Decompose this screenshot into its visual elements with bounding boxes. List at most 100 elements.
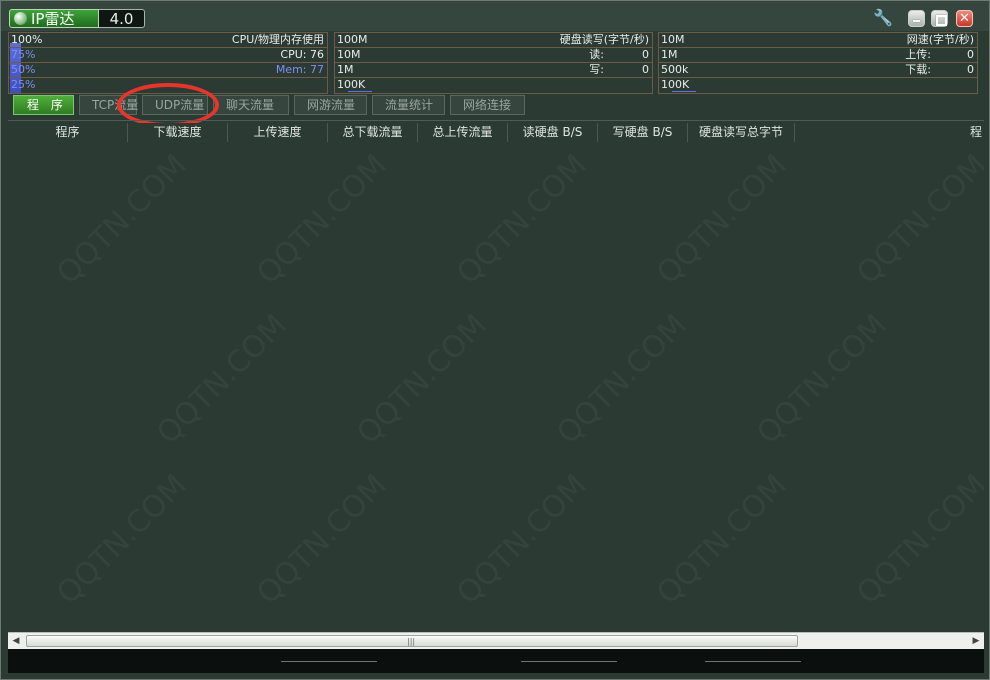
watermark: QQTN.COM [350,308,494,452]
disk-row-4: 100K [335,78,652,93]
column-header-upload-speed[interactable]: 上传速度 [228,123,328,142]
column-header-disk-read[interactable]: 读硬盘 B/S [508,123,598,142]
watermark: QQTN.COM [150,308,294,452]
net-graph-line [672,91,696,92]
divider [8,120,984,121]
process-table-header: 程序 下载速度 上传速度 总下载流量 总上传流量 读硬盘 B/S 写硬盘 B/S… [8,123,984,142]
net-scale-3: 500k [661,63,689,76]
mem-value-readout: Mem: 77 [276,63,324,77]
disk-write-value: 0 [642,63,649,76]
column-header-disk-write[interactable]: 写硬盘 B/S [598,123,688,142]
disk-scale-1: 100M [337,33,368,46]
watermark: QQTN.COM [250,468,394,612]
watermark: QQTN.COM [650,468,794,612]
tab-traffic-stats[interactable]: 流量统计 [372,95,445,115]
net-upload-label: 上传: [905,48,931,61]
radar-icon [14,12,27,25]
app-logo: IP雷达 4.0 [9,9,145,28]
tab-chat-traffic[interactable]: 聊天流量 [213,95,289,115]
disk-io-panel: 100M 硬盘读写(字节/秒) 10M 读: 0 1M 写: 0 100K [334,32,653,94]
cpu-row-3: 50% Mem: 77 [9,63,327,78]
scroll-left-icon[interactable]: ◀ [8,633,24,649]
maximize-button[interactable] [931,10,948,27]
watermark: QQTN.COM [50,148,194,292]
minimize-button[interactable] [908,10,925,27]
watermark: QQTN.COM [650,148,794,292]
cpu-value: 76 [310,48,324,61]
cpu-panel-title: CPU/物理内存使用 [231,33,324,46]
net-row-3: 500k 下载: 0 [659,63,977,78]
tab-network-connections[interactable]: 网络连接 [450,95,525,115]
column-header-program[interactable]: 程序 [8,123,128,142]
net-download-label: 下载: [905,63,931,76]
watermark: QQTN.COM [450,148,594,292]
net-row-4: 100K [659,78,977,93]
process-list[interactable]: QQTN.COM QQTN.COM QQTN.COM QQTN.COM QQTN… [8,142,984,632]
disk-scale-3: 1M [337,63,354,76]
close-icon: ✕ [959,11,970,26]
disk-scale-4: 100K [337,78,366,91]
watermark: QQTN.COM [250,148,394,292]
disk-read-value: 0 [642,48,649,61]
disk-graph-line [348,91,372,92]
grip-icon: ||| [407,637,416,646]
view-tabs: 程 序 TCP流量 UDP流量 聊天流量 网游流量 流量统计 网络连接 [13,95,525,115]
close-button[interactable]: ✕ [956,10,973,27]
tab-programs[interactable]: 程 序 [13,95,74,115]
app-logo-badge: IP雷达 [9,9,99,28]
net-download-value: 0 [967,63,974,76]
net-row-2: 1M 上传: 0 [659,48,977,63]
net-scale-2: 1M [661,48,678,61]
watermark: QQTN.COM [450,468,594,612]
cpu-memory-panel: 100% CPU/物理内存使用 75% CPU: 76 50% Mem: 77 … [8,32,328,94]
disk-row-3: 1M 写: 0 [335,63,652,78]
tab-udp-traffic[interactable]: UDP流量 [142,95,208,115]
net-scale-4: 100K [661,78,690,91]
status-divider [705,661,801,662]
watermark: QQTN.COM [850,148,984,292]
disk-read-label: 读: [589,48,604,61]
app-title: IP雷达 [31,10,75,28]
cpu-row-1: 100% CPU/物理内存使用 [9,33,327,48]
cpu-label: CPU: [280,48,307,61]
net-upload-value: 0 [967,48,974,61]
watermark: QQTN.COM [550,308,694,452]
mem-label: Mem: [275,63,307,76]
disk-write-label: 写: [589,63,604,76]
cpu-scale-75: 75% [11,48,36,61]
horizontal-scrollbar[interactable]: ◀ ||| ▶ [8,632,984,649]
cpu-row-2: 75% CPU: 76 [9,48,327,63]
net-row-1: 10M 网速(字节/秒) [659,33,977,48]
cpu-row-4: 25% [9,78,327,93]
tab-tcp-traffic[interactable]: TCP流量 [79,95,138,115]
cpu-scale-25: 25% [11,78,36,91]
status-divider [281,661,377,662]
minimize-icon [909,11,924,26]
disk-row-2: 10M 读: 0 [335,48,652,63]
tab-game-traffic[interactable]: 网游流量 [294,95,367,115]
column-header-download-speed[interactable]: 下载速度 [128,123,228,142]
watermark: QQTN.COM [50,468,194,612]
column-header-program-path[interactable]: 程 [795,123,984,142]
maximize-icon [932,11,947,26]
column-header-disk-total[interactable]: 硬盘读写总字节 [688,123,795,142]
scroll-right-icon[interactable]: ▶ [968,633,984,649]
cpu-scale-50: 50% [11,63,36,76]
disk-row-1: 100M 硬盘读写(字节/秒) [335,33,652,48]
disk-scale-2: 10M [337,48,361,61]
scrollbar-thumb[interactable]: ||| [26,635,798,647]
wrench-icon[interactable]: 🔧 [873,9,893,27]
watermark: QQTN.COM [850,468,984,612]
status-bar [8,649,984,673]
cpu-scale-100: 100% [11,33,43,46]
column-header-total-download[interactable]: 总下载流量 [328,123,418,142]
cpu-value-readout: CPU: 76 [280,48,324,62]
app-version: 4.0 [99,9,145,28]
net-scale-1: 10M [661,33,685,46]
app-window: IP雷达 4.0 🔧 ✕ 100% CPU/物理内存使用 75% CPU: 76 [0,0,990,680]
column-header-total-upload[interactable]: 总上传流量 [418,123,508,142]
title-bar[interactable]: IP雷达 4.0 🔧 ✕ [1,1,989,31]
network-speed-panel: 10M 网速(字节/秒) 1M 上传: 0 500k 下载: 0 100K [658,32,978,94]
status-divider [521,661,617,662]
disk-panel-title: 硬盘读写(字节/秒) [559,33,649,46]
